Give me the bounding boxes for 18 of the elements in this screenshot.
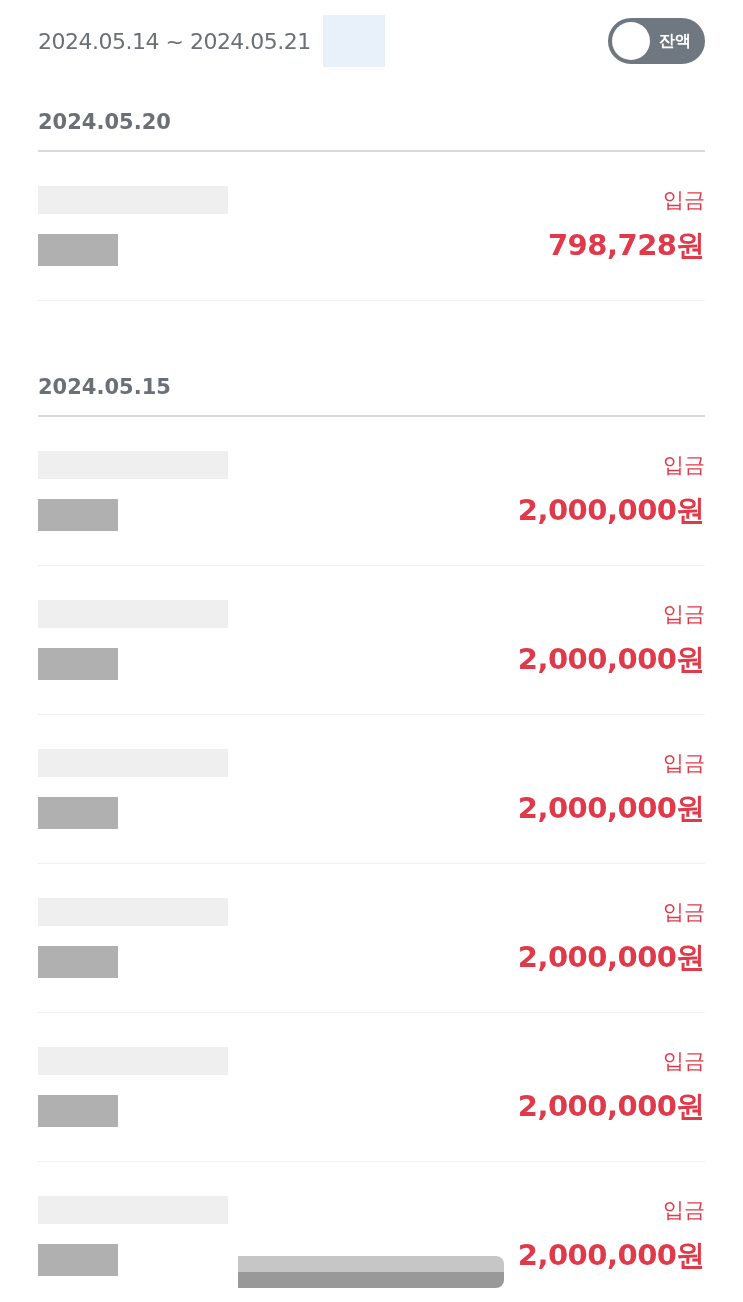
transaction-type: 입금: [663, 1048, 705, 1075]
transaction-amount: 2,000,000원: [517, 641, 705, 678]
date-heading: 2024.05.15: [38, 347, 705, 417]
transaction-type: 입금: [663, 452, 705, 479]
transaction-amount: 2,000,000원: [517, 492, 705, 529]
transaction-amount: 2,000,000원: [517, 1088, 705, 1125]
transaction-amount: 798,728원: [547, 227, 705, 264]
transaction-amount: 2,000,000원: [517, 1237, 705, 1274]
date-range: 2024.05.14 ~ 2024.05.21: [38, 28, 311, 54]
transaction-type: 입금: [663, 1197, 705, 1224]
transaction-type: 입금: [663, 899, 705, 926]
transaction-amount: 2,000,000원: [517, 790, 705, 827]
balance-toggle[interactable]: 잔액: [608, 18, 705, 64]
transaction-type: 입금: [663, 750, 705, 777]
transaction-type: 입금: [663, 187, 705, 214]
transaction-amount: 2,000,000원: [517, 939, 705, 976]
transaction-type: 입금: [663, 601, 705, 628]
date-heading: 2024.05.20: [38, 82, 705, 152]
